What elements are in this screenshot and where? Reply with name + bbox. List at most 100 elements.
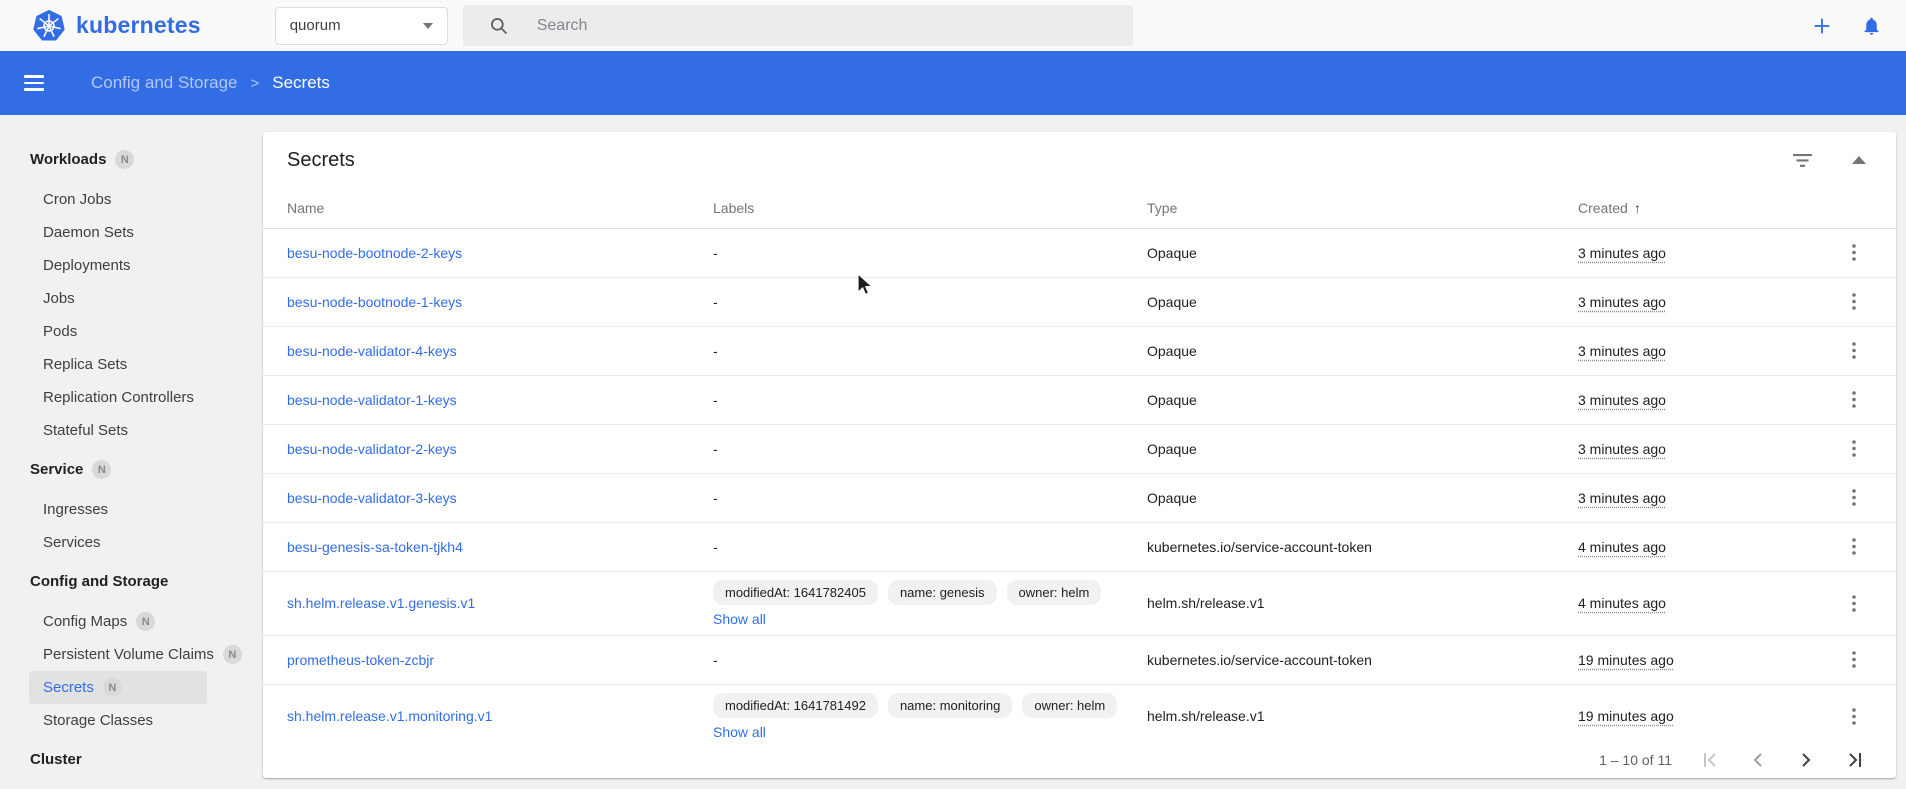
type-cell: Opaque xyxy=(1147,424,1578,473)
last-page-icon[interactable] xyxy=(1830,742,1878,778)
sort-ascending-icon: ↑ xyxy=(1634,200,1641,216)
previous-page-icon xyxy=(1734,742,1782,778)
secret-name-link[interactable]: besu-node-validator-3-keys xyxy=(287,490,457,506)
namespaced-badge: N xyxy=(223,645,242,664)
row-actions-kebab-icon[interactable] xyxy=(1836,698,1872,734)
table-row: sh.helm.release.v1.monitoring.v1 modifie… xyxy=(263,684,1896,748)
card-title: Secrets xyxy=(287,149,355,172)
secret-name-link[interactable]: prometheus-token-zcbjr xyxy=(287,652,434,668)
filter-icon[interactable] xyxy=(1793,154,1812,167)
created-cell: 3 minutes ago xyxy=(1578,490,1666,506)
row-actions-kebab-icon[interactable] xyxy=(1836,431,1872,467)
sidebar-item-secrets[interactable]: Secrets N xyxy=(29,671,207,704)
first-page-icon xyxy=(1686,742,1734,778)
table-row: besu-node-bootnode-2-keys - Opaque 3 min… xyxy=(263,228,1896,277)
namespaced-badge: N xyxy=(103,678,122,697)
created-cell: 3 minutes ago xyxy=(1578,294,1666,310)
sidebar-item-cron-jobs[interactable]: Cron Jobs xyxy=(0,183,263,216)
secret-name-link[interactable]: sh.helm.release.v1.monitoring.v1 xyxy=(287,708,492,724)
secrets-table: Name Labels Type Created↑ besu-node-boot… xyxy=(263,188,1896,748)
sidebar-item-storage-classes[interactable]: Storage Classes xyxy=(0,704,263,737)
table-header-row: Name Labels Type Created↑ xyxy=(263,188,1896,228)
labels-cell: modifiedAt: 1641781492 name: monitoring … xyxy=(713,684,1147,748)
namespaced-badge: N xyxy=(92,460,111,479)
secrets-card: Secrets xyxy=(263,132,1896,778)
show-all-labels-link[interactable]: Show all xyxy=(713,724,1147,740)
chevron-down-icon xyxy=(423,23,433,29)
search-icon xyxy=(489,16,509,36)
search-bar[interactable] xyxy=(463,5,1133,46)
secret-name-link[interactable]: besu-genesis-sa-token-tjkh4 xyxy=(287,539,463,555)
type-cell: Opaque xyxy=(1147,473,1578,522)
sidebar-item-pods[interactable]: Pods xyxy=(0,315,263,348)
top-bar: kubernetes quorum xyxy=(0,0,1906,51)
next-page-icon[interactable] xyxy=(1782,742,1830,778)
kubernetes-helm-icon xyxy=(32,9,66,43)
label-chip: name: genesis xyxy=(888,580,997,605)
secret-name-link[interactable]: sh.helm.release.v1.genesis.v1 xyxy=(287,595,475,611)
column-header-name[interactable]: Name xyxy=(263,188,713,228)
notifications-bell-button[interactable] xyxy=(1861,15,1882,37)
type-cell: Opaque xyxy=(1147,326,1578,375)
label-chip: owner: helm xyxy=(1022,693,1117,718)
namespaced-badge: N xyxy=(136,612,155,631)
labels-cell: - xyxy=(713,375,1147,424)
type-cell: helm.sh/release.v1 xyxy=(1147,571,1578,635)
breadcrumb-separator: > xyxy=(251,75,260,92)
main-content: Secrets xyxy=(263,115,1906,789)
sidebar-item-cluster-role-bindings[interactable]: Cluster Role Bindings xyxy=(0,783,263,789)
column-header-created[interactable]: Created↑ xyxy=(1578,188,1836,228)
created-cell: 19 minutes ago xyxy=(1578,708,1674,724)
secret-name-link[interactable]: besu-node-validator-1-keys xyxy=(287,392,457,408)
created-cell: 3 minutes ago xyxy=(1578,245,1666,261)
label-chip: modifiedAt: 1641781492 xyxy=(713,693,878,718)
menu-hamburger-icon[interactable] xyxy=(24,75,44,90)
sidebar-item-daemon-sets[interactable]: Daemon Sets xyxy=(0,216,263,249)
breadcrumb-parent-link[interactable]: Config and Storage xyxy=(91,73,238,93)
sidebar-section-service: Service N xyxy=(0,453,263,486)
secret-name-link[interactable]: besu-node-bootnode-2-keys xyxy=(287,245,462,261)
row-actions-kebab-icon[interactable] xyxy=(1836,529,1872,565)
sidebar-item-deployments[interactable]: Deployments xyxy=(0,249,263,282)
table-row: besu-genesis-sa-token-tjkh4 - kubernetes… xyxy=(263,522,1896,571)
namespaced-badge: N xyxy=(115,150,134,169)
created-cell: 3 minutes ago xyxy=(1578,343,1666,359)
topbar-actions xyxy=(1811,15,1882,37)
row-actions-kebab-icon[interactable] xyxy=(1836,284,1872,320)
sidebar-item-jobs[interactable]: Jobs xyxy=(0,282,263,315)
type-cell: kubernetes.io/service-account-token xyxy=(1147,522,1578,571)
row-actions-kebab-icon[interactable] xyxy=(1836,333,1872,369)
row-actions-kebab-icon[interactable] xyxy=(1836,642,1872,678)
label-chip: owner: helm xyxy=(1007,580,1102,605)
labels-cell: - xyxy=(713,635,1147,684)
search-input[interactable] xyxy=(535,16,1133,36)
namespace-selector[interactable]: quorum xyxy=(275,7,448,45)
created-cell: 4 minutes ago xyxy=(1578,595,1666,611)
row-actions-kebab-icon[interactable] xyxy=(1836,235,1872,271)
secret-name-link[interactable]: besu-node-validator-4-keys xyxy=(287,343,457,359)
sidebar-item-persistent-volume-claims[interactable]: Persistent Volume Claims N xyxy=(0,638,263,671)
labels-cell: - xyxy=(713,522,1147,571)
type-cell: Opaque xyxy=(1147,375,1578,424)
column-header-labels[interactable]: Labels xyxy=(713,188,1147,228)
show-all-labels-link[interactable]: Show all xyxy=(713,611,1147,627)
collapse-card-icon[interactable] xyxy=(1852,156,1866,164)
column-header-type[interactable]: Type xyxy=(1147,188,1578,228)
secret-name-link[interactable]: besu-node-validator-2-keys xyxy=(287,441,457,457)
sidebar-nav: Workloads N Cron Jobs Daemon Sets Deploy… xyxy=(0,115,263,789)
sidebar-item-replica-sets[interactable]: Replica Sets xyxy=(0,348,263,381)
row-actions-kebab-icon[interactable] xyxy=(1836,382,1872,418)
row-actions-kebab-icon[interactable] xyxy=(1836,480,1872,516)
secret-name-link[interactable]: besu-node-bootnode-1-keys xyxy=(287,294,462,310)
pagination: 1 – 10 of 11 xyxy=(263,741,1896,778)
create-resource-button[interactable] xyxy=(1811,15,1833,37)
sidebar-item-ingresses[interactable]: Ingresses xyxy=(0,493,263,526)
sidebar-section-cluster: Cluster xyxy=(0,743,263,776)
kubernetes-logo[interactable]: kubernetes xyxy=(32,9,201,43)
sidebar-item-replication-controllers[interactable]: Replication Controllers xyxy=(0,381,263,414)
breadcrumb-bar: Config and Storage > Secrets xyxy=(0,51,1906,115)
sidebar-item-config-maps[interactable]: Config Maps N xyxy=(0,605,263,638)
sidebar-item-services[interactable]: Services xyxy=(0,526,263,559)
row-actions-kebab-icon[interactable] xyxy=(1836,585,1872,621)
sidebar-item-stateful-sets[interactable]: Stateful Sets xyxy=(0,414,263,447)
